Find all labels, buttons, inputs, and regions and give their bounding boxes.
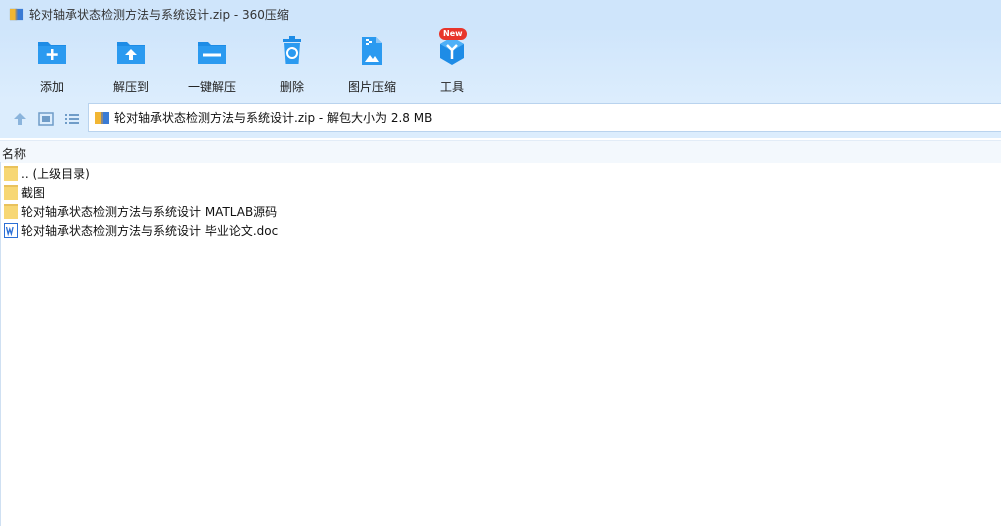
word-doc-icon [4, 223, 18, 238]
one-click-extract-button[interactable]: 一键解压 [177, 34, 247, 95]
column-header: 名称 [0, 140, 1001, 163]
file-name: 轮对轴承状态检测方法与系统设计 毕业论文.doc [21, 224, 279, 238]
column-name-header[interactable]: 名称 [2, 145, 26, 162]
file-list: .. (上级目录) 截图 轮对轴承状态检测方法与系统设计 MATLAB源码 轮对… [0, 164, 1001, 240]
thumbnail-view-icon[interactable] [37, 110, 55, 128]
file-name: 轮对轴承状态检测方法与系统设计 MATLAB源码 [21, 205, 278, 219]
list-view-icon[interactable] [63, 110, 81, 128]
window-title: 轮对轴承状态检测方法与系统设计.zip - 360压缩 [29, 7, 289, 22]
address-bar[interactable]: 轮对轴承状态检测方法与系统设计.zip - 解包大小为 2.8 MB [88, 103, 1001, 132]
title-bar: 轮对轴承状态检测方法与系统设计.zip - 360压缩 [0, 0, 1001, 28]
one-click-extract-label: 一键解压 [187, 80, 236, 94]
add-label: 添加 [39, 80, 64, 94]
extract-folder-icon [117, 42, 145, 64]
list-item[interactable]: .. (上级目录) [0, 164, 1001, 183]
folder-icon [4, 185, 18, 200]
tools-button[interactable]: New 工具 [417, 28, 487, 95]
one-click-extract-icon [198, 42, 226, 64]
image-compress-button[interactable]: 图片压缩 [337, 34, 407, 95]
delete-label: 删除 [279, 80, 304, 94]
zip-archive-icon [9, 8, 24, 20]
up-arrow-icon[interactable] [11, 110, 29, 128]
file-name: 截图 [21, 186, 46, 200]
add-button[interactable]: 添加 [17, 34, 87, 95]
tools-label: 工具 [439, 80, 464, 94]
image-compress-icon [362, 37, 382, 65]
list-item[interactable]: 轮对轴承状态检测方法与系统设计 MATLAB源码 [0, 202, 1001, 221]
folder-icon [4, 166, 18, 181]
file-name: .. (上级目录) [21, 167, 90, 181]
delete-button[interactable]: 删除 [257, 34, 327, 95]
list-item[interactable]: 截图 [0, 183, 1001, 202]
extract-to-button[interactable]: 解压到 [96, 34, 166, 95]
toolbar: 添加 解压到 一键解压 删除 图片压缩 New 工具 [0, 28, 1001, 100]
image-compress-label: 图片压缩 [347, 80, 396, 94]
address-path: 轮对轴承状态检测方法与系统设计.zip - 解包大小为 2.8 MB [114, 111, 433, 125]
zip-archive-icon [95, 111, 109, 124]
new-badge: New [439, 28, 467, 40]
recycle-bin-icon [283, 36, 301, 64]
list-item[interactable]: 轮对轴承状态检测方法与系统设计 毕业论文.doc [0, 221, 1001, 240]
extract-to-label: 解压到 [112, 80, 149, 94]
add-folder-icon [38, 42, 66, 64]
folder-icon [4, 204, 18, 219]
